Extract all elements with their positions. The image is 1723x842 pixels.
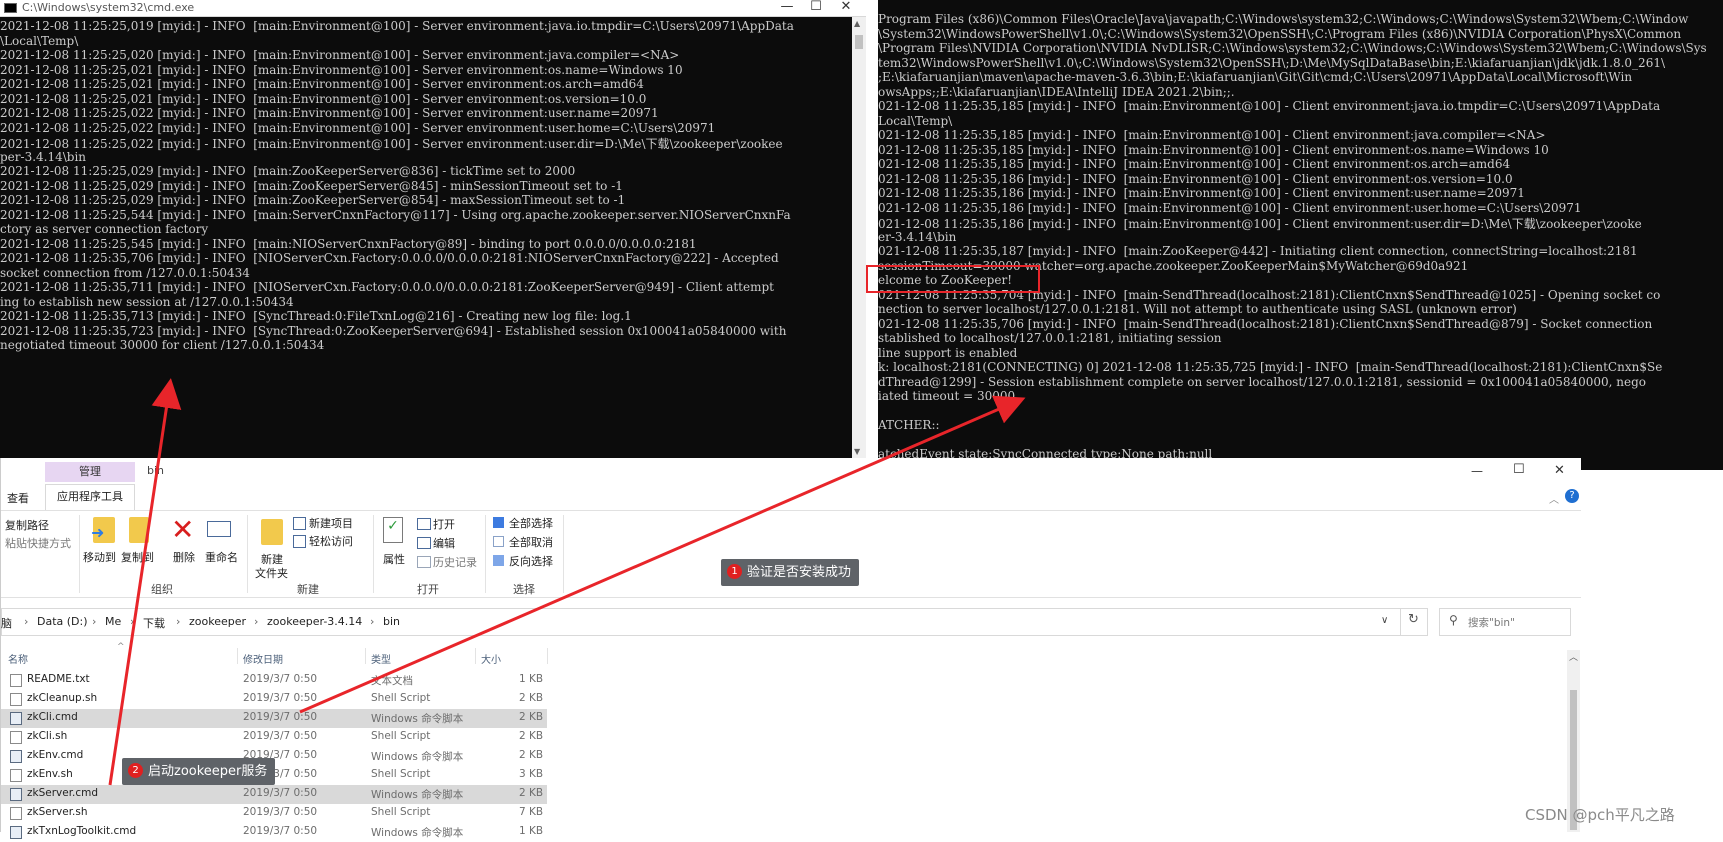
annotation-arrows — [108, 378, 1026, 786]
watermark: CSDN @pch平凡之路 — [1525, 806, 1675, 824]
arrow-to-client-console — [299, 395, 1026, 714]
arrow-to-server-console — [108, 378, 182, 786]
